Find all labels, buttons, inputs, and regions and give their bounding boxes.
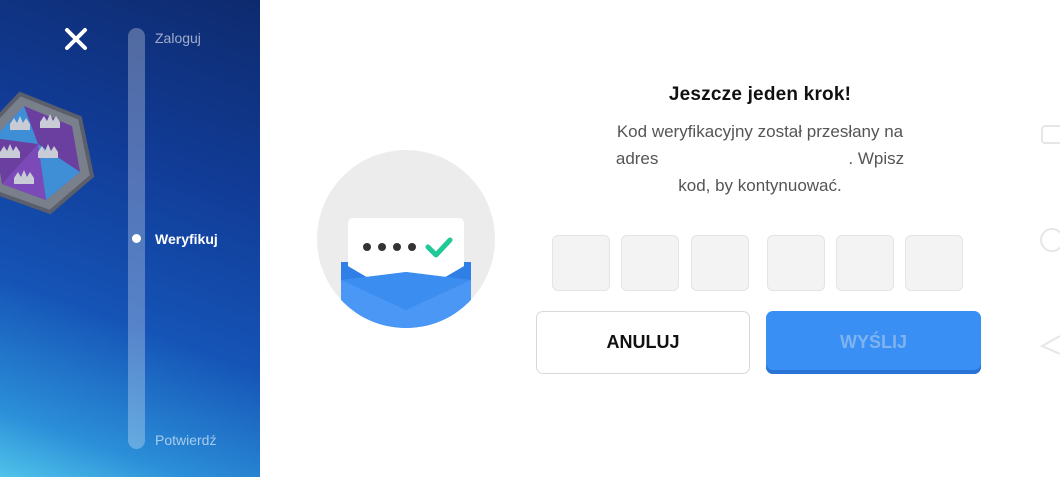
step-confirm-label: Potwierdź: [155, 432, 217, 448]
code-digit-1-input[interactable]: [552, 235, 610, 291]
verification-description: Kod weryfikacyjny został przesłany na ad…: [570, 118, 950, 199]
close-icon: [65, 28, 87, 50]
page-title: Jeszcze jeden krok!: [668, 84, 852, 105]
code-digit-2-input[interactable]: [621, 235, 679, 291]
square-edge-icon[interactable]: [1038, 124, 1060, 146]
close-button[interactable]: [60, 24, 92, 56]
description-line-3: kod, by kontynuować.: [678, 176, 842, 195]
code-digit-4-input[interactable]: [767, 235, 825, 291]
current-step-indicator: [132, 234, 141, 243]
send-button[interactable]: WYŚLIJ: [766, 311, 981, 374]
step-login-label: Zaloguj: [155, 30, 201, 46]
circle-edge-icon[interactable]: [1036, 226, 1060, 254]
progress-sidebar: Zaloguj Weryfikuj Potwierdź: [0, 0, 260, 477]
code-digit-6-input[interactable]: [905, 235, 963, 291]
code-digit-3-input[interactable]: [691, 235, 749, 291]
cancel-button[interactable]: ANULUJ: [536, 311, 750, 374]
description-line-2: adres . Wpisz: [570, 145, 950, 172]
description-suffix: . Wpisz: [848, 149, 905, 168]
triangle-edge-icon[interactable]: [1038, 334, 1060, 356]
description-line-1: Kod weryfikacyjny został przesłany na: [616, 122, 904, 141]
description-prefix: adres: [615, 149, 659, 168]
code-digit-5-input[interactable]: [836, 235, 894, 291]
envelope-check-illustration: [317, 150, 495, 328]
clan-badge-icon: [0, 91, 95, 215]
step-verify-label: Weryfikuj: [155, 231, 218, 247]
